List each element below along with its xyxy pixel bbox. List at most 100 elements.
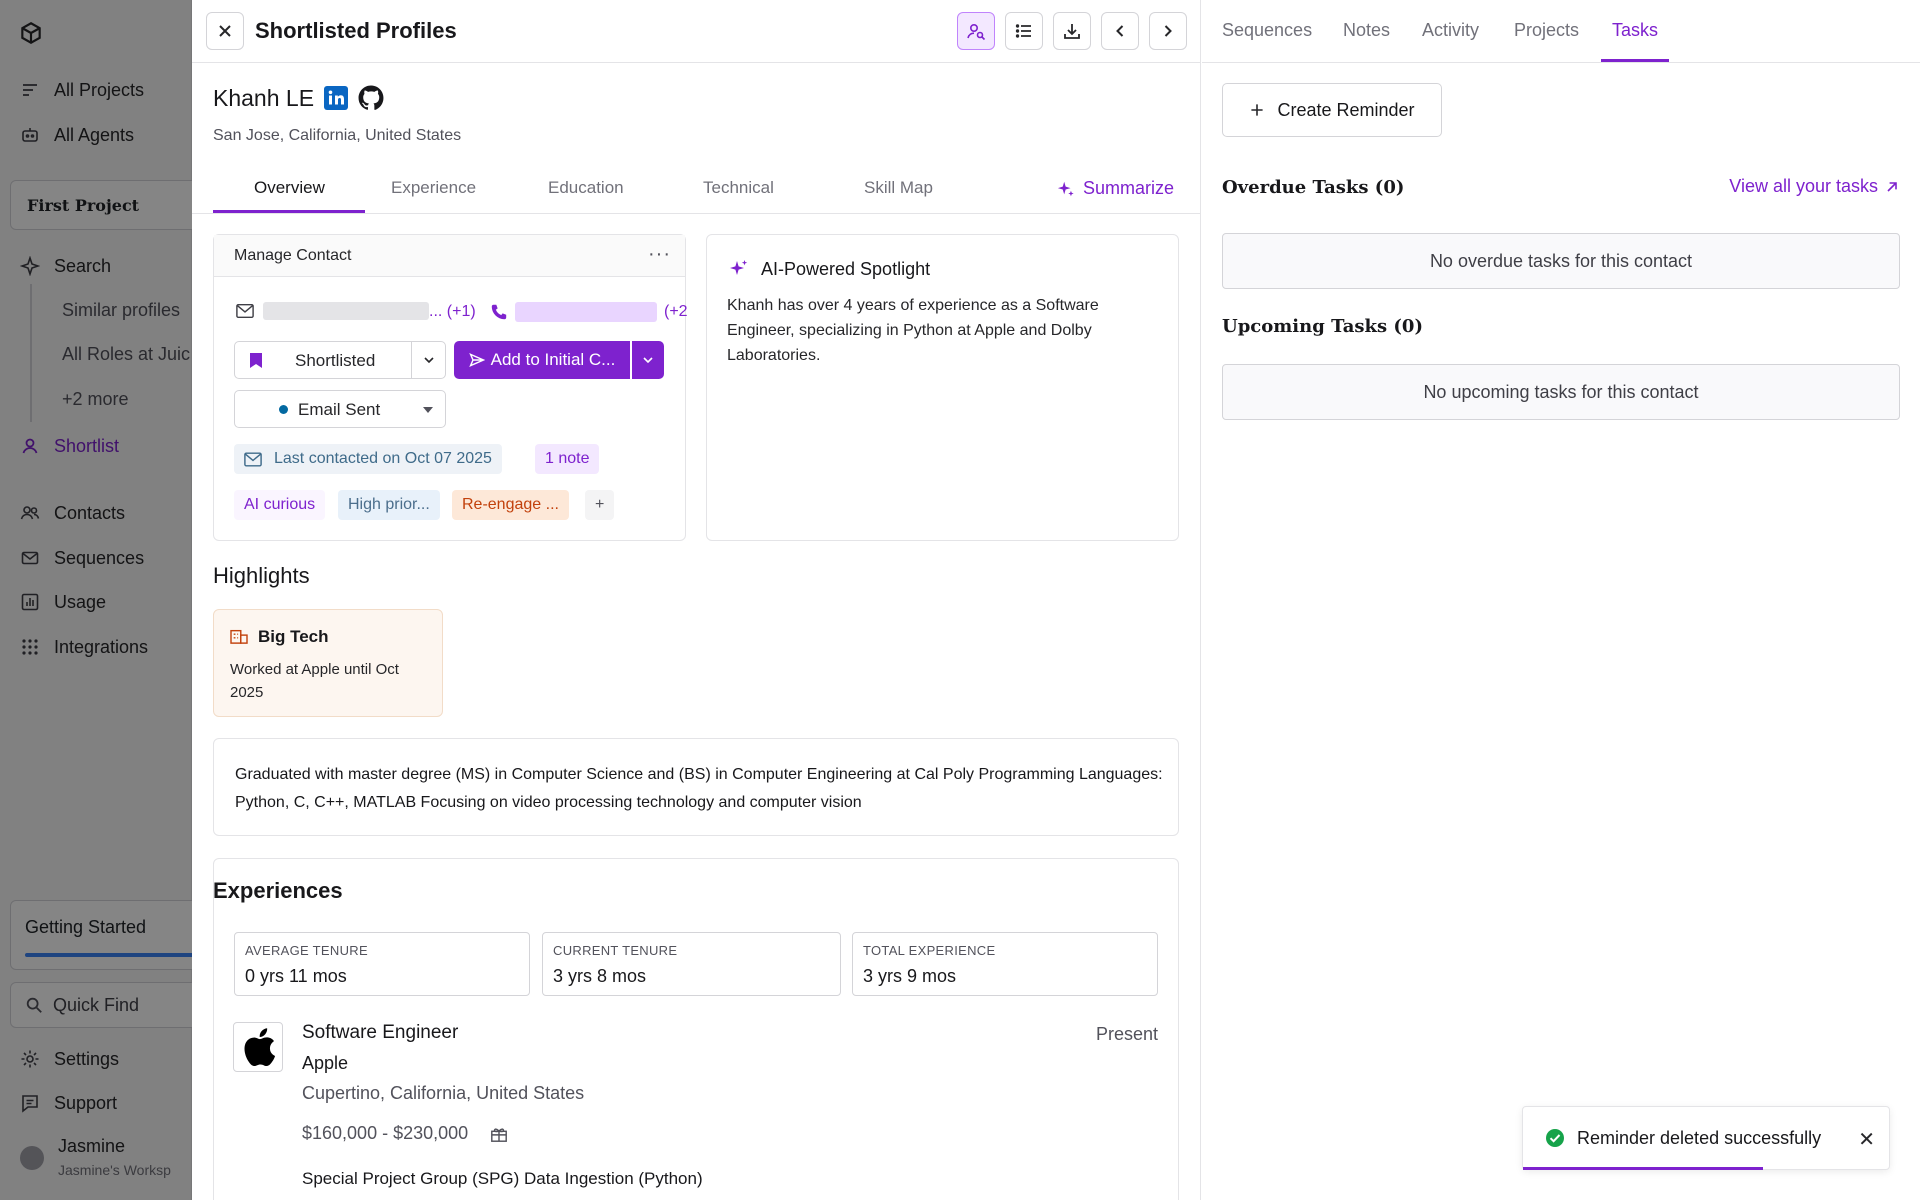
highlights-title: Highlights (213, 563, 310, 588)
linkedin-icon[interactable] (324, 86, 348, 110)
profile-search-button[interactable] (957, 12, 995, 50)
sparkle-icon (730, 260, 748, 275)
stat-label: TOTAL EXPERIENCE (863, 943, 996, 958)
stat-label: CURRENT TENURE (553, 943, 678, 958)
job-role: Software Engineer (302, 1022, 459, 1043)
summarize-label: Summarize (1082, 178, 1174, 198)
job-location: Cupertino, California, United States (302, 1083, 585, 1103)
view-all-tasks-link[interactable]: View all your tasks (1729, 176, 1900, 197)
job-salary: $160,000 - $230,000 (302, 1123, 469, 1143)
tab-sequences[interactable]: Sequences (1222, 20, 1312, 41)
sparkle-icon (1057, 181, 1074, 196)
chevron-right-icon (1164, 25, 1172, 37)
tab-overview[interactable]: Overview (254, 178, 325, 198)
chevron-left-icon (1116, 25, 1124, 37)
next-profile-button[interactable] (1149, 12, 1187, 50)
summary-card: Graduated with master degree (MS) in Com… (213, 738, 1179, 836)
status-dot-icon (279, 405, 288, 414)
modal-backdrop[interactable] (0, 0, 192, 1200)
tag-label: Re-engage ... (462, 496, 559, 513)
email-status-label: Email Sent (298, 400, 381, 419)
tab-notes[interactable]: Notes (1343, 20, 1390, 41)
ai-spotlight-card: AI-Powered Spotlight Khanh has over 4 ye… (706, 234, 1179, 541)
experiences-title: Experiences (213, 878, 343, 903)
phone-icon (491, 304, 507, 320)
sequence-dropdown-button[interactable] (632, 341, 664, 379)
profile-tabs: Overview Experience Education Technical … (213, 170, 1173, 214)
tab-tasks[interactable]: Tasks (1612, 20, 1658, 41)
highlight-card-title: Big Tech (258, 627, 329, 646)
github-icon[interactable] (358, 85, 384, 111)
spotlight-title: AI-Powered Spotlight (761, 259, 931, 279)
summarize-button[interactable]: Summarize (1057, 178, 1174, 199)
manage-contact-header: Manage Contact ··· (214, 235, 685, 277)
tab-projects[interactable]: Projects (1514, 20, 1579, 41)
apple-logo-icon (244, 1028, 276, 1067)
gift-icon (491, 1128, 507, 1142)
masked-email[interactable] (263, 302, 429, 320)
stat-value: 3 yrs 8 mos (553, 966, 647, 986)
right-tabs: Sequences Notes Activity Projects Tasks (1202, 0, 1920, 63)
chevron-down-icon (424, 357, 434, 364)
tabs-divider (192, 213, 1200, 214)
close-icon (219, 25, 231, 37)
stat-average-tenure: AVERAGE TENURE 0 yrs 11 mos (234, 932, 530, 996)
status-select[interactable]: Shortlisted (234, 341, 446, 379)
more-options-icon[interactable]: ··· (648, 243, 671, 266)
add-to-sequence-button[interactable]: Add to Initial C... (454, 341, 630, 379)
previous-profile-button[interactable] (1101, 12, 1139, 50)
tag-ai-curious[interactable]: AI curious (234, 490, 326, 520)
tag-re-engage[interactable]: Re-engage ... (452, 490, 569, 520)
send-icon (468, 353, 485, 367)
stat-label: AVERAGE TENURE (245, 943, 368, 958)
candidate-name: Khanh LE (213, 85, 315, 111)
view-all-label: View all your tasks (1729, 176, 1878, 196)
tab-experience[interactable]: Experience (391, 178, 476, 198)
overdue-empty-state: No overdue tasks for this contact (1222, 233, 1900, 289)
notes-badge[interactable]: 1 note (535, 444, 600, 474)
add-tag-label: + (595, 496, 605, 513)
page-title: Shortlisted Profiles (255, 18, 457, 43)
job-project: Special Project Group (SPG) Data Ingesti… (302, 1169, 703, 1188)
create-reminder-label: Create Reminder (1277, 99, 1415, 120)
download-icon (1064, 24, 1080, 39)
download-button[interactable] (1053, 12, 1091, 50)
select-divider (411, 342, 412, 378)
stat-value: 3 yrs 9 mos (863, 966, 957, 986)
check-circle-icon (1546, 1129, 1564, 1147)
manage-contact-title: Manage Contact (234, 247, 352, 264)
tab-skill-map[interactable]: Skill Map (864, 178, 933, 198)
tab-technical[interactable]: Technical (703, 178, 774, 198)
create-reminder-button[interactable]: Create Reminder (1222, 83, 1442, 137)
close-button[interactable] (206, 12, 244, 50)
external-arrow-icon (1887, 181, 1897, 192)
add-tag-button[interactable]: + (585, 490, 615, 520)
tag-label: AI curious (244, 496, 316, 513)
caret-down-icon (423, 407, 433, 413)
toast-close-icon[interactable]: ✕ (1858, 1127, 1875, 1152)
phone-more-link[interactable]: (+2 (664, 303, 688, 321)
email-status-select[interactable]: Email Sent (234, 390, 446, 428)
profile-header: Shortlisted Profiles (192, 0, 1200, 63)
profile-panel: Shortlisted Profiles Khanh LE San Jose, … (192, 0, 1201, 1200)
candidate-location: San Jose, California, United States (213, 127, 462, 144)
building-icon (230, 629, 248, 644)
plus-icon (1251, 104, 1264, 116)
tab-activity[interactable]: Activity (1422, 20, 1479, 41)
list-view-button[interactable] (1005, 12, 1043, 50)
masked-phone[interactable] (515, 302, 657, 322)
tab-education[interactable]: Education (548, 178, 624, 198)
toast-message: Reminder deleted successfully (1577, 1127, 1822, 1148)
job-period: Present (1095, 1024, 1158, 1044)
education-summary-text: Graduated with master degree (MS) in Com… (235, 766, 1163, 811)
toast-notification: Reminder deleted successfully ✕ (1522, 1106, 1890, 1170)
mail-icon (244, 451, 262, 467)
tag-high-priority[interactable]: High prior... (338, 490, 440, 520)
list-icon (1015, 24, 1031, 38)
highlight-card-text: Worked at Apple until Oct 2025 (230, 661, 399, 701)
email-more-link[interactable]: ... (+1) (429, 303, 476, 321)
user-search-icon (967, 23, 986, 41)
job-company: Apple (302, 1053, 349, 1073)
status-label: Shortlisted (295, 351, 376, 370)
activity-panel: Sequences Notes Activity Projects Tasks … (1202, 0, 1920, 1200)
